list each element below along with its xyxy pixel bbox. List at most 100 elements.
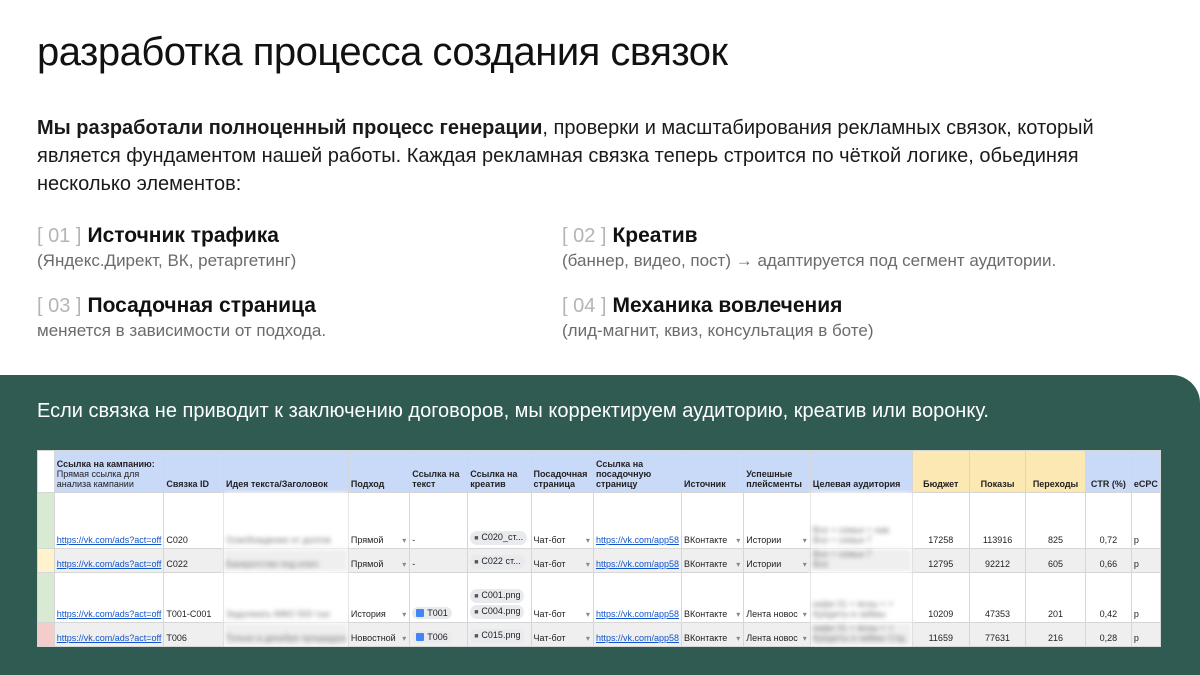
file-chip[interactable]: ■ C004.png xyxy=(470,605,525,619)
source-dropdown[interactable]: ВКонтакте xyxy=(680,622,745,647)
impressions-value[interactable]: 47353 xyxy=(968,572,1027,623)
placements-dropdown[interactable]: Истории xyxy=(743,492,811,549)
audience-cell[interactable]: кафе 01 + ясны + + Кредиты и займы Спд xyxy=(809,622,913,647)
row-color-marker xyxy=(37,492,55,549)
ctr-value[interactable]: 0,72 xyxy=(1084,492,1132,549)
bundle-id[interactable]: C022 xyxy=(163,548,225,573)
budget-value[interactable]: 17258 xyxy=(911,492,970,549)
header-idea[interactable]: Идея текста/Заголовок xyxy=(223,450,349,493)
clicks-value[interactable]: 201 xyxy=(1025,572,1086,623)
header-placements[interactable]: Успешные плейсменты xyxy=(743,450,811,493)
source-dropdown[interactable]: ВКонтакте xyxy=(680,548,745,573)
source-dropdown[interactable]: ВКонтакте xyxy=(680,492,745,549)
table-row[interactable]: https://vk.com/ads?act=off C020 Освобожден… xyxy=(37,492,1161,549)
budget-value[interactable]: 12795 xyxy=(911,548,970,573)
idea-text[interactable]: Банкротство под ключ xyxy=(223,548,349,573)
file-chip[interactable]: ■ C015.png xyxy=(470,629,525,643)
header-ctr[interactable]: CTR (%) xyxy=(1084,450,1132,493)
landing-dropdown[interactable]: Чат-бот xyxy=(530,492,594,549)
bundle-id[interactable]: C020 xyxy=(163,492,225,549)
creative-link[interactable]: ■ C015.png xyxy=(467,622,532,647)
clicks-value[interactable]: 825 xyxy=(1025,492,1086,549)
header-clicks[interactable]: Переходы xyxy=(1025,450,1086,493)
header-campaign-link[interactable]: Ссылка на кампанию: Прямая ссылка для ана… xyxy=(53,450,165,493)
impressions-value[interactable]: 77631 xyxy=(968,622,1027,647)
header-impressions[interactable]: Показы xyxy=(968,450,1027,493)
audience-cell[interactable]: Все + семьи 7 Все xyxy=(809,548,913,573)
idea-text[interactable]: Освобождение от долгов xyxy=(223,492,349,549)
feature-title: Источник трафика xyxy=(87,224,279,247)
budget-value[interactable]: 10209 xyxy=(911,572,970,623)
doc-chip[interactable]: T006 xyxy=(412,631,452,643)
campaign-link[interactable]: https://vk.com/ads?act=off xyxy=(53,622,165,647)
header-landing[interactable]: Посадочная страница xyxy=(530,450,594,493)
ctr-value[interactable]: 0,66 xyxy=(1084,548,1132,573)
header-source[interactable]: Источник xyxy=(680,450,745,493)
header-approach[interactable]: Подход xyxy=(347,450,411,493)
table-row[interactable]: https://vk.com/ads?act=off T006 Только в д… xyxy=(37,622,1161,647)
header-audience[interactable]: Целевая аудитория xyxy=(809,450,913,493)
feature-creative: [ 02 ] Креатив (баннер, видео, пост) → ад… xyxy=(562,224,1122,271)
landing-link[interactable]: https://vk.com/app58 xyxy=(592,492,682,549)
idea-text[interactable]: Задолжать МФО 500 тыс xyxy=(223,572,349,623)
clicks-value[interactable]: 216 xyxy=(1025,622,1086,647)
placements-dropdown[interactable]: Лента новос xyxy=(743,572,811,623)
text-link[interactable]: T006 xyxy=(409,622,469,647)
ctr-value[interactable]: 0,42 xyxy=(1084,572,1132,623)
file-chip[interactable]: ■ C020_ст... xyxy=(470,531,528,545)
landing-dropdown[interactable]: Чат-бот xyxy=(530,572,594,623)
header-budget[interactable]: Бюджет xyxy=(911,450,970,493)
approach-dropdown[interactable]: Прямой xyxy=(347,548,411,573)
ecpc-value[interactable]: р xyxy=(1130,548,1161,573)
header-text-link[interactable]: Ссылка на текст xyxy=(409,450,469,493)
table-row[interactable]: https://vk.com/ads?act=off C022 Банкротств… xyxy=(37,548,1161,573)
ecpc-value[interactable]: р xyxy=(1130,622,1161,647)
impressions-value[interactable]: 113916 xyxy=(968,492,1027,549)
header-creative-link[interactable]: Ссылка на креатив xyxy=(467,450,532,493)
creative-link[interactable]: ■ C020_ст... xyxy=(467,492,532,549)
text-link[interactable]: T001 xyxy=(409,572,469,623)
budget-value[interactable]: 11659 xyxy=(911,622,970,647)
landing-dropdown[interactable]: Чат-бот xyxy=(530,548,594,573)
file-chip[interactable]: ■ C001.png xyxy=(470,589,525,603)
approach-dropdown[interactable]: История xyxy=(347,572,411,623)
source-dropdown[interactable]: ВКонтакте xyxy=(680,572,745,623)
table-row[interactable]: https://vk.com/ads?act=off T001-C001 Задол… xyxy=(37,572,1161,623)
idea-text[interactable]: Только в декабре процедура xyxy=(223,622,349,647)
doc-icon xyxy=(416,633,425,641)
approach-dropdown[interactable]: Прямой xyxy=(347,492,411,549)
file-chip[interactable]: ■ C022 ст... xyxy=(470,555,525,569)
campaign-link[interactable]: https://vk.com/ads?act=off xyxy=(53,548,165,573)
approach-dropdown[interactable]: Новостной xyxy=(347,622,411,647)
ctr-value[interactable]: 0,28 xyxy=(1084,622,1132,647)
placements-dropdown[interactable]: Лента новос xyxy=(743,622,811,647)
campaign-link[interactable]: https://vk.com/ads?act=off xyxy=(53,572,165,623)
audience-cell[interactable]: Все + семьи + нав Все + семьи 7 xyxy=(809,492,913,549)
bundle-id[interactable]: T001-C001 xyxy=(163,572,225,623)
landing-link[interactable]: https://vk.com/app58 xyxy=(592,548,682,573)
doc-chip[interactable]: T001 xyxy=(412,607,452,619)
placements-dropdown[interactable]: Истории xyxy=(743,548,811,573)
impressions-value[interactable]: 92212 xyxy=(968,548,1027,573)
ecpc-value[interactable]: р xyxy=(1130,572,1161,623)
header-landing-link[interactable]: Ссылка на посадочную страницу xyxy=(592,450,682,493)
clicks-value[interactable]: 605 xyxy=(1025,548,1086,573)
doc-icon xyxy=(416,609,425,617)
spreadsheet-table: Ссылка на кампанию: Прямая ссылка для ана… xyxy=(37,450,1161,647)
feature-landing-page: [ 03 ] Посадочная страница меняется в зав… xyxy=(37,294,597,341)
landing-dropdown[interactable]: Чат-бот xyxy=(530,622,594,647)
ecpc-value[interactable]: р xyxy=(1130,492,1161,549)
creative-link[interactable]: ■ C022 ст... xyxy=(467,548,532,573)
header-bundle-id[interactable]: Связка ID xyxy=(163,450,225,493)
bundle-id[interactable]: T006 xyxy=(163,622,225,647)
header-ecpc[interactable]: eCPC xyxy=(1130,450,1161,493)
creative-link[interactable]: ■ C001.png ■ C004.png xyxy=(467,572,532,623)
landing-link[interactable]: https://vk.com/app58 xyxy=(592,572,682,623)
landing-link[interactable]: https://vk.com/app58 xyxy=(592,622,682,647)
text-link[interactable]: - xyxy=(409,492,469,549)
spreadsheet[interactable]: Ссылка на кампанию: Прямая ссылка для ана… xyxy=(37,450,1161,647)
campaign-link[interactable]: https://vk.com/ads?act=off xyxy=(53,492,165,549)
text-link[interactable]: - xyxy=(409,548,469,573)
feature-number: [ 03 ] xyxy=(37,295,82,317)
audience-cell[interactable]: кафе 01 + ясны + + Кредиты и займы xyxy=(809,572,913,623)
